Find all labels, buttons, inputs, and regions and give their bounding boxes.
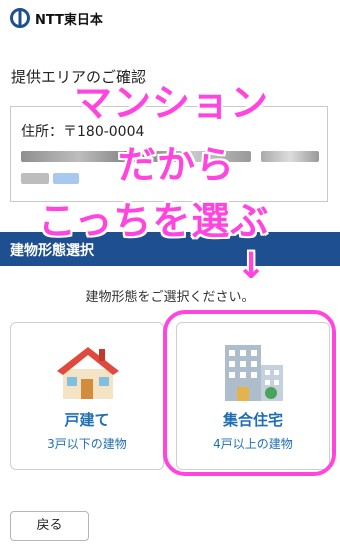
annotation-highlight bbox=[163, 310, 336, 476]
brand-name: NTT東日本 bbox=[35, 12, 103, 28]
annotation-text: マンション bbox=[74, 81, 270, 125]
ntt-logo: NTT東日本 bbox=[10, 8, 103, 28]
redacted-address-link bbox=[53, 173, 79, 184]
redacted-address bbox=[21, 173, 49, 184]
ntt-logo-icon bbox=[10, 8, 30, 28]
annotation-arrow-icon: ↓ bbox=[236, 246, 268, 287]
annotation-text: こっちを選ぶ bbox=[38, 199, 270, 243]
building-type-prompt: 建物形態をご選択ください。 bbox=[85, 290, 255, 305]
option-title: 戸建て bbox=[64, 411, 110, 429]
option-subtitle: 3戸以下の建物 bbox=[47, 437, 127, 451]
annotation-text: だから bbox=[118, 143, 236, 187]
option-detached-house[interactable]: 戸建て 3戸以下の建物 bbox=[10, 322, 164, 470]
house-icon bbox=[57, 347, 119, 399]
back-button[interactable]: 戻る bbox=[10, 511, 89, 541]
redacted-address bbox=[261, 151, 319, 162]
